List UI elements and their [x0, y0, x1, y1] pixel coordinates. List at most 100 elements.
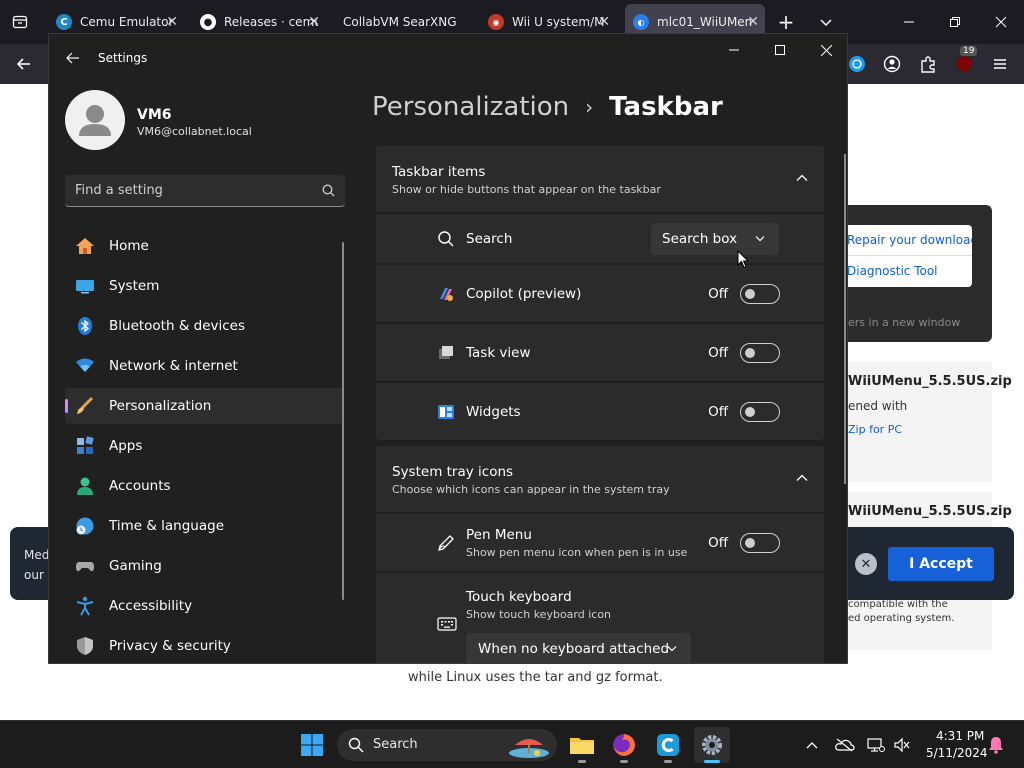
close-tab-icon[interactable]: ✕ [747, 14, 759, 30]
home-icon [76, 238, 94, 254]
search-mode-dropdown[interactable]: Search box [651, 223, 779, 255]
copilot-icon [440, 288, 453, 301]
file-card: WiiUMenu_5.5.5US.zip ened with Zip for P… [842, 362, 1012, 482]
chevron-up-icon [796, 174, 808, 181]
clock-time[interactable]: 4:31 PM [936, 729, 984, 743]
nav-item-network[interactable]: Network & internet [65, 348, 343, 384]
task-view-toggle[interactable] [740, 343, 780, 363]
cookie-text: Med our [24, 548, 50, 582]
nav-item-gaming[interactable]: Gaming [65, 548, 343, 584]
menu-hamburger-icon[interactable] [988, 52, 1012, 76]
setting-description: Show touch keyboard icon [466, 608, 612, 621]
cookie-close-icon[interactable]: ✕ [855, 553, 877, 575]
maximize-icon[interactable] [757, 34, 803, 66]
widgets-icon [438, 405, 454, 419]
network-icon[interactable] [866, 735, 886, 755]
nav-item-apps[interactable]: Apps [65, 428, 343, 464]
edge-icon: ◐ [633, 14, 649, 30]
firefox-icon [613, 734, 635, 756]
breadcrumb-parent[interactable]: Personalization [372, 92, 569, 122]
back-arrow-icon[interactable] [63, 48, 83, 68]
nav-item-accounts[interactable]: Accounts [65, 468, 343, 504]
new-tab-icon[interactable]: + [774, 10, 798, 34]
browser-minimize-icon[interactable] [886, 0, 932, 44]
find-setting-input[interactable] [75, 175, 305, 206]
extensions-puzzle-icon[interactable] [916, 52, 940, 76]
minimize-icon[interactable] [711, 34, 757, 66]
nav-item-home[interactable]: Home [65, 228, 343, 264]
nav-item-time-language[interactable]: Time & language [65, 508, 343, 544]
show-hidden-icons-chevron-icon[interactable] [802, 735, 822, 755]
accept-button[interactable]: I Accept [888, 547, 994, 581]
brush-icon [77, 396, 94, 414]
taskbar-items-header[interactable]: Taskbar items Show or hide buttons that … [376, 146, 824, 212]
account-icon[interactable] [880, 52, 904, 76]
chevron-down-icon [755, 236, 765, 242]
file-name[interactable]: WiiUMenu_5.5.5US.zip [848, 374, 1012, 389]
page-paragraph: while Linux uses the tar and gz format. [408, 670, 663, 685]
content-scrollbar[interactable] [844, 154, 846, 484]
browser-restore-icon[interactable] [932, 0, 978, 44]
start-button[interactable] [300, 733, 324, 757]
nav-item-personalization[interactable]: Personalization [65, 388, 343, 424]
nav-scrollbar[interactable] [342, 242, 344, 600]
settings-window: Settings VM6 VM6@collabnet.local Home Sy… [48, 33, 848, 664]
clock-date[interactable]: 5/11/2024 [926, 746, 988, 760]
vpn-globe-icon[interactable] [845, 52, 869, 76]
find-setting-box[interactable] [65, 175, 345, 207]
browser-close-icon[interactable] [978, 0, 1024, 44]
tab-overview-icon[interactable] [8, 10, 32, 34]
tab-list-chevron-icon[interactable] [814, 10, 838, 34]
dropdown-value: When no keyboard attached [478, 641, 670, 657]
gear-icon [702, 735, 722, 755]
avatar[interactable] [65, 90, 125, 150]
volume-muted-icon[interactable] [892, 735, 912, 755]
windows-taskbar: Search 4:31 PM 5/11/2024 [0, 720, 1024, 768]
close-tab-icon[interactable]: ✕ [166, 14, 178, 30]
diagnostic-tool-link[interactable]: Diagnostic Tool [845, 256, 972, 287]
taskbar-cemu[interactable] [650, 727, 686, 763]
back-arrow-icon[interactable] [12, 52, 36, 76]
setting-row-search: Search Search box [376, 212, 824, 263]
file-name[interactable]: WiiUMenu_5.5.5US.zip [848, 504, 1012, 519]
breadcrumb: Personalization › Taskbar [372, 92, 723, 122]
close-tab-icon[interactable]: ✕ [308, 14, 320, 30]
compat-note: compatible with the ed operating system. [848, 599, 955, 624]
nav-item-privacy[interactable]: Privacy & security [65, 628, 343, 663]
gamepad-icon [76, 562, 94, 572]
setting-description: Show pen menu icon when pen is in use [466, 546, 688, 559]
taskbar-search-box[interactable]: Search [337, 729, 557, 761]
setting-label: Task view [466, 345, 531, 361]
dropdown-value: Search box [662, 231, 738, 247]
chevron-down-icon [667, 646, 677, 652]
notification-bell-icon[interactable] [986, 735, 1006, 755]
accounts-icon [77, 477, 93, 495]
taskbar-search-label: Search [373, 737, 418, 752]
touch-keyboard-dropdown[interactable]: When no keyboard attached [466, 633, 691, 663]
repair-download-link[interactable]: Repair your download [845, 225, 972, 256]
zip-for-pc-link[interactable]: Zip for PC [848, 423, 992, 436]
close-icon[interactable] [803, 34, 847, 66]
close-tab-icon[interactable]: ✕ [598, 14, 610, 30]
apps-icon [77, 436, 94, 454]
page-title: Taskbar [609, 92, 723, 122]
taskbar-file-explorer[interactable] [564, 727, 600, 763]
nav-item-bluetooth[interactable]: Bluetooth & devices [65, 308, 343, 344]
widgets-toggle[interactable] [740, 402, 780, 422]
taskbar-settings-content: Taskbar items Show or hide buttons that … [376, 146, 824, 663]
pen-menu-toggle[interactable] [740, 533, 780, 553]
search-icon [438, 231, 454, 247]
copilot-toggle[interactable] [740, 284, 780, 304]
setting-row-copilot: Copilot (preview) Off [376, 263, 824, 322]
nav-item-accessibility[interactable]: Accessibility [65, 588, 343, 624]
setting-label: Touch keyboard [466, 589, 572, 605]
taskbar-firefox[interactable] [606, 727, 642, 763]
bluetooth-icon [78, 317, 92, 335]
setting-row-touch-keyboard: Touch keyboard Show touch keyboard icon … [376, 571, 824, 663]
onedrive-offline-icon[interactable] [835, 735, 855, 755]
nav-item-system[interactable]: System [65, 268, 343, 304]
taskbar-settings[interactable] [694, 727, 730, 763]
window-title: Settings [98, 51, 148, 65]
system-tray-header[interactable]: System tray icons Choose which icons can… [376, 446, 824, 512]
ublock-icon[interactable]: 19 [952, 46, 978, 76]
